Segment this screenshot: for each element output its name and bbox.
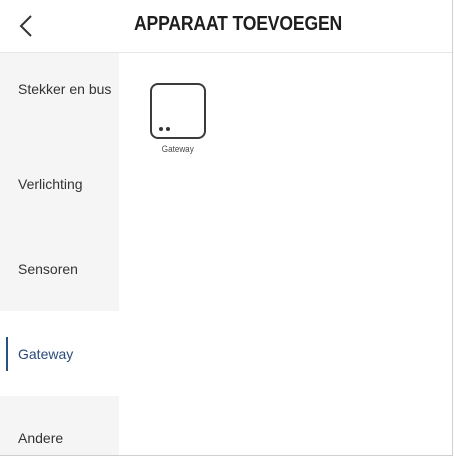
chevron-left-icon <box>18 14 34 38</box>
sidebar-item-label: Stekker en bus <box>18 81 112 97</box>
gateway-device-icon <box>150 83 206 139</box>
sidebar-item-label: Gateway <box>18 346 74 362</box>
sidebar-item-andere[interactable]: Andere <box>0 396 119 455</box>
active-indicator <box>6 337 8 371</box>
sidebar-item-stekker-en-bus[interactable]: Stekker en bus <box>0 53 119 140</box>
sidebar-item-label: Sensoren <box>18 261 78 277</box>
sidebar-item-gateway[interactable]: Gateway <box>0 311 119 396</box>
app-window: APPARAAT TOEVOEGEN Stekker en bus Verlic… <box>0 0 453 456</box>
device-grid: Gateway <box>119 53 452 455</box>
sidebar-item-sensoren[interactable]: Sensoren <box>0 226 119 311</box>
category-sidebar: Stekker en bus Verlichting Sensoren Gate… <box>0 53 119 455</box>
device-tile-gateway[interactable]: Gateway <box>147 83 209 154</box>
led-dot <box>166 127 170 131</box>
device-tile-label: Gateway <box>162 144 194 154</box>
sidebar-item-label: Andere <box>18 430 64 446</box>
back-button[interactable] <box>12 12 40 40</box>
page-title: APPARAAT TOEVOEGEN <box>134 13 343 35</box>
led-dot <box>159 127 163 131</box>
sidebar-item-verlichting[interactable]: Verlichting <box>0 140 119 226</box>
sidebar-item-label: Verlichting <box>18 176 83 192</box>
header: APPARAAT TOEVOEGEN <box>0 0 452 53</box>
